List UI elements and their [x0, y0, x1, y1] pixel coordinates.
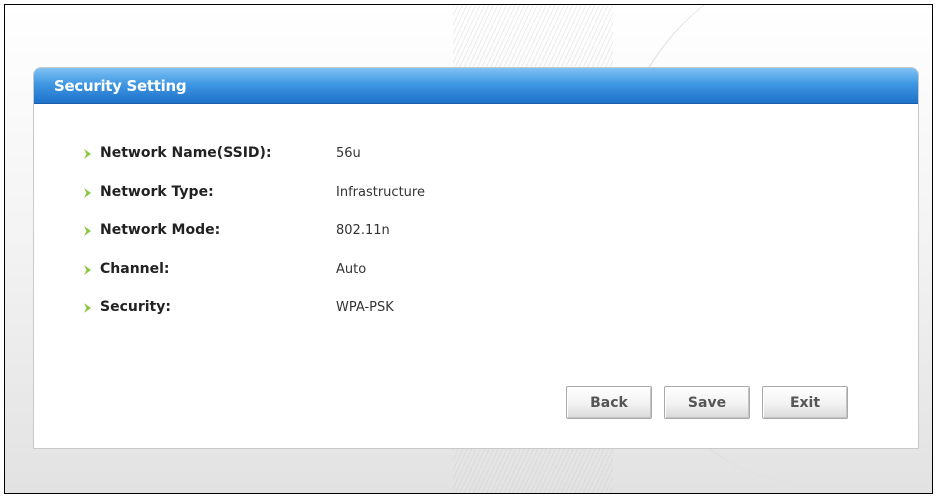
chevron-right-icon [84, 149, 91, 159]
network-type-label: Network Type: [100, 183, 214, 200]
window-frame: Security Setting Network Name(SSID): 56u… [4, 4, 933, 494]
settings-list: Network Name(SSID): 56u Network Type: In… [82, 145, 482, 338]
chevron-right-icon [84, 264, 91, 275]
security-label: Security: [100, 299, 171, 315]
network-name-value: 56u [336, 146, 361, 161]
network-name-label: Network Name(SSID): [100, 145, 272, 161]
back-button[interactable]: Back [566, 386, 652, 419]
panel-title: Security Setting [54, 77, 187, 95]
chevron-right-icon [84, 226, 91, 236]
security-value: WPA-PSK [336, 300, 394, 315]
chevron-right-icon [84, 187, 91, 198]
channel-label: Channel: [100, 260, 170, 277]
panel-header: Security Setting [34, 68, 918, 104]
setting-row-channel: Channel: Auto [82, 261, 482, 300]
chevron-right-icon [84, 303, 91, 313]
network-mode-value: 802.11n [336, 223, 390, 238]
exit-button[interactable]: Exit [762, 386, 848, 419]
network-mode-label: Network Mode: [100, 222, 221, 238]
setting-row-network-mode: Network Mode: 802.11n [82, 222, 482, 261]
setting-row-network-type: Network Type: Infrastructure [82, 184, 482, 223]
network-type-value: Infrastructure [336, 184, 425, 200]
save-button[interactable]: Save [664, 386, 750, 419]
setting-row-ssid: Network Name(SSID): 56u [82, 145, 482, 184]
setting-row-security: Security: WPA-PSK [82, 299, 482, 338]
channel-value: Auto [336, 261, 367, 277]
